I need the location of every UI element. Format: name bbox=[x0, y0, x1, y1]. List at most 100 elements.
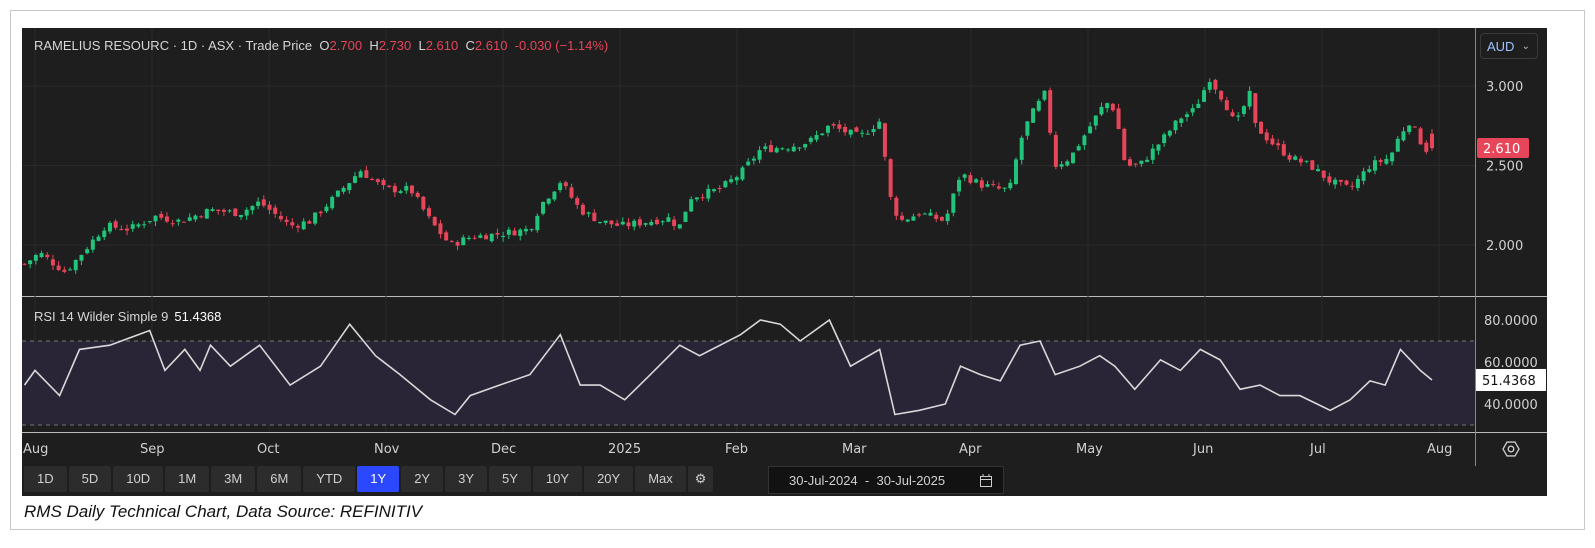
range-button-1m[interactable]: 1M bbox=[165, 466, 210, 492]
x-tick-label: Mar bbox=[842, 442, 867, 457]
candle-body bbox=[1230, 112, 1235, 117]
high-value: 2.730 bbox=[378, 38, 412, 53]
candle-body bbox=[1344, 180, 1349, 185]
candle-body bbox=[330, 196, 335, 209]
candle-body bbox=[1150, 148, 1155, 160]
range-button-3y[interactable]: 3Y bbox=[445, 466, 488, 492]
candle-body bbox=[768, 145, 773, 153]
candle-body bbox=[341, 187, 346, 192]
candle-body bbox=[615, 223, 620, 226]
candle-body bbox=[1156, 144, 1161, 151]
candle-body bbox=[985, 184, 990, 187]
range-buttons: 1D 5D 10D 1M 3M 6M YTD 1Y 2Y 3Y 5Y 10Y 20Y Max ⚙ bbox=[24, 466, 714, 492]
range-button-1y[interactable]: 1Y bbox=[357, 466, 400, 492]
candle-body bbox=[1407, 125, 1412, 133]
candle-body bbox=[142, 224, 147, 226]
range-button-ytd[interactable]: YTD bbox=[303, 466, 356, 492]
candle-body bbox=[917, 214, 922, 216]
chart-canvas[interactable]: 3.000 2.500 2.000 80.0000 60.0000 40.0000 Aug S… bbox=[22, 28, 1547, 496]
candle-body bbox=[506, 229, 511, 235]
candle-body bbox=[96, 236, 101, 241]
candle-body bbox=[176, 219, 181, 222]
candle-body bbox=[672, 219, 677, 227]
interval: 1D bbox=[180, 38, 198, 53]
range-button-5y[interactable]: 5Y bbox=[489, 466, 531, 492]
range-button-max[interactable]: Max bbox=[635, 466, 686, 492]
candle-body bbox=[1036, 100, 1041, 111]
candle-body bbox=[575, 198, 580, 205]
candle-body bbox=[991, 184, 996, 186]
range-button-5d[interactable]: 5D bbox=[68, 466, 112, 492]
candle-body bbox=[854, 127, 859, 132]
rsi-header: RSI 14 Wilder Simple 9 51.4368 bbox=[34, 309, 221, 324]
x-tick-label: Sep bbox=[140, 442, 165, 457]
candle-body bbox=[170, 223, 175, 225]
chevron-down-icon: ⌄ bbox=[1521, 41, 1530, 52]
candle-body bbox=[1372, 160, 1377, 171]
price-tick-label: 3.000 bbox=[1486, 80, 1523, 95]
candle-body bbox=[1190, 108, 1195, 113]
candle-body bbox=[136, 224, 141, 227]
candle-body bbox=[1401, 131, 1406, 141]
candle-body bbox=[239, 214, 244, 218]
candle-body bbox=[706, 188, 711, 199]
candle-body bbox=[1304, 160, 1309, 162]
candle-body bbox=[1355, 178, 1360, 188]
candle-body bbox=[204, 209, 209, 219]
candle-body bbox=[244, 209, 249, 216]
candle-body bbox=[1048, 90, 1053, 133]
candle-body bbox=[871, 128, 876, 133]
candle-body bbox=[603, 220, 608, 223]
rsi-value: 51.4368 bbox=[174, 309, 222, 324]
candle-body bbox=[529, 229, 534, 231]
range-button-10y[interactable]: 10Y bbox=[532, 466, 583, 492]
range-button-6m[interactable]: 6M bbox=[257, 466, 302, 492]
candle-body bbox=[1276, 143, 1281, 146]
candle-body bbox=[945, 213, 950, 222]
candle-body bbox=[119, 229, 124, 231]
candle-body bbox=[1122, 128, 1127, 160]
candle-body bbox=[541, 201, 546, 214]
candle-body bbox=[455, 242, 460, 246]
candle-body bbox=[1139, 160, 1144, 164]
candle-body bbox=[79, 254, 84, 261]
candle-body bbox=[620, 221, 625, 225]
candle-body bbox=[187, 217, 192, 221]
settings-gear-icon[interactable]: ⚙ bbox=[687, 466, 714, 492]
candle-body bbox=[900, 215, 905, 220]
range-button-3m[interactable]: 3M bbox=[211, 466, 256, 492]
candle-body bbox=[1042, 90, 1047, 100]
calendar-icon[interactable] bbox=[979, 474, 993, 488]
range-button-1d[interactable]: 1D bbox=[24, 466, 67, 492]
chart-settings-icon-center bbox=[1507, 445, 1515, 453]
candle-body bbox=[484, 235, 489, 240]
candle-body bbox=[415, 192, 420, 198]
candle-body bbox=[1127, 159, 1132, 166]
currency-select[interactable]: AUD ⌄ bbox=[1480, 33, 1538, 59]
candle-body bbox=[147, 221, 152, 223]
candle-body bbox=[882, 123, 887, 157]
candle-body bbox=[318, 211, 323, 214]
range-button-20y[interactable]: 20Y bbox=[584, 466, 634, 492]
currency-label: AUD bbox=[1487, 39, 1515, 54]
candle-body bbox=[461, 237, 466, 246]
candle-body bbox=[1424, 142, 1429, 152]
date-range-picker[interactable]: 30-Jul-2024 - 30-Jul-2025 bbox=[768, 466, 1004, 494]
candle-body bbox=[1247, 90, 1252, 107]
candle-body bbox=[1002, 187, 1007, 189]
candle-body bbox=[962, 174, 967, 178]
candle-body bbox=[324, 206, 329, 212]
range-button-2y[interactable]: 2Y bbox=[401, 466, 444, 492]
candle-body bbox=[404, 186, 409, 191]
candle-body bbox=[409, 185, 414, 194]
candle-body bbox=[814, 134, 819, 140]
candle-body bbox=[352, 176, 357, 183]
range-button-10d[interactable]: 10D bbox=[113, 466, 164, 492]
candle-body bbox=[751, 158, 756, 161]
x-tick-label: Aug bbox=[1427, 442, 1452, 457]
candle-body bbox=[1367, 169, 1372, 172]
candle-body bbox=[375, 179, 380, 183]
candle-body bbox=[894, 197, 899, 216]
candle-body bbox=[1196, 103, 1201, 109]
candle-body bbox=[1099, 106, 1104, 115]
